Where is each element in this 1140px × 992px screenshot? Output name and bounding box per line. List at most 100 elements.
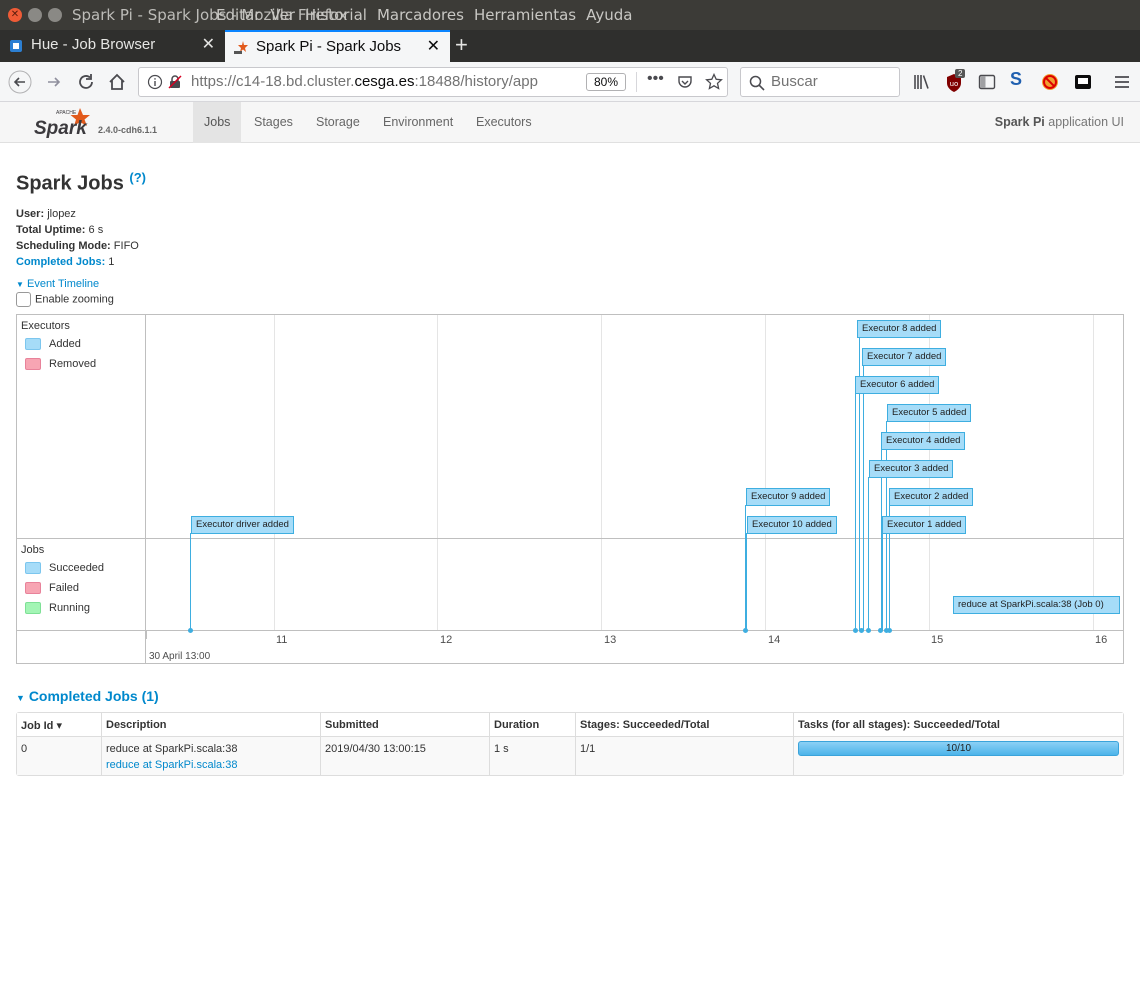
col-description[interactable]: Description [101, 713, 320, 736]
submitted-cell: 2019/04/30 13:00:15 [320, 737, 489, 775]
completed-jobs-toggle[interactable]: ▼ Completed Jobs (1) [16, 688, 159, 704]
menu-item-ayuda[interactable]: Ayuda [586, 6, 632, 24]
spark-logo[interactable]: Spark APACHE [32, 106, 96, 140]
description-cell: reduce at SparkPi.scala:38 reduce at Spa… [101, 737, 320, 775]
col-duration[interactable]: Duration [489, 713, 575, 736]
col-tasks[interactable]: Tasks (for all stages): Succeeded/Total [793, 713, 1123, 736]
new-tab-button[interactable]: + [455, 32, 468, 58]
nav-stages[interactable]: Stages [243, 102, 304, 143]
event-executor-2-added[interactable]: Executor 2 added [889, 488, 974, 506]
tab-hue-job-browser[interactable]: Hue - Job Browser ✕ [0, 30, 225, 62]
close-tab-icon[interactable]: ✕ [202, 30, 215, 60]
event-executor-3-added[interactable]: Executor 3 added [869, 460, 954, 478]
tick-label: 12 [440, 634, 453, 646]
page-title: Spark Jobs (?) [16, 170, 146, 195]
event-line [863, 365, 864, 631]
screenshot-extension-icon[interactable] [1073, 72, 1093, 92]
search-icon [749, 75, 765, 91]
nav-toolbar: https://c14-18.bd.cluster.cesga.es:18488… [0, 62, 1140, 102]
window-close-button[interactable]: ✕ [8, 8, 22, 22]
s-extension-icon[interactable]: S [1010, 69, 1022, 90]
completed-jobs-count: 1 [108, 256, 115, 268]
forward-button[interactable] [42, 70, 66, 94]
event-dot [188, 628, 193, 633]
user-value: jlopez [47, 208, 76, 220]
forward-arrow-icon [48, 77, 61, 87]
help-link[interactable]: (?) [129, 170, 146, 185]
nav-storage[interactable]: Storage [305, 102, 371, 143]
event-line [746, 533, 747, 631]
event-executor-1-added[interactable]: Executor 1 added [882, 516, 967, 534]
event-executor-7-added[interactable]: Executor 7 added [862, 348, 947, 366]
enable-zooming-option[interactable]: Enable zooming [16, 292, 114, 307]
event-dot [743, 628, 748, 633]
info-icon[interactable] [147, 74, 163, 90]
scheduling-label: Scheduling Mode: [16, 240, 111, 252]
menu-item-herramientas[interactable]: Herramientas [474, 6, 576, 24]
zoom-indicator[interactable]: 80% [586, 73, 626, 91]
pocket-icon[interactable] [677, 74, 693, 90]
table-row: 0 reduce at SparkPi.scala:38 reduce at S… [17, 737, 1123, 775]
hue-favicon-icon [10, 40, 22, 52]
window-titlebar: ✕ Spark Pi - Spark Jobs - Mozilla Firefo… [0, 0, 1140, 30]
nav-jobs[interactable]: Jobs [193, 102, 242, 143]
description-link[interactable]: reduce at SparkPi.scala:38 [106, 759, 316, 771]
nav-environment[interactable]: Environment [372, 102, 464, 143]
event-executor-8-added[interactable]: Executor 8 added [857, 320, 942, 338]
nav-executors[interactable]: Executors [465, 102, 543, 143]
col-submitted[interactable]: Submitted [320, 713, 489, 736]
legend-added: Added [25, 338, 81, 351]
app-ui-label: Spark Pi application UI [994, 115, 1124, 129]
enable-zooming-checkbox[interactable] [16, 292, 31, 307]
menu-item-ver[interactable]: Ver [270, 6, 295, 24]
col-stages[interactable]: Stages: Succeeded/Total [575, 713, 793, 736]
caret-down-icon: ▼ [16, 693, 25, 703]
reload-button[interactable] [74, 70, 98, 94]
blocker-extension-icon[interactable] [1040, 72, 1060, 92]
event-executor-driver-added[interactable]: Executor driver added [191, 516, 294, 534]
window-maximize-button[interactable] [48, 8, 62, 22]
completed-jobs-link[interactable]: Completed Jobs: [16, 256, 105, 268]
tick-label: 15 [931, 634, 944, 646]
event-executor-9-added[interactable]: Executor 9 added [746, 488, 831, 506]
grid-line [437, 315, 438, 631]
search-bar[interactable]: Buscar [740, 67, 900, 97]
ublock-button[interactable]: uo 2 [945, 69, 966, 93]
spark-version: 2.4.0-cdh6.1.1 [98, 125, 158, 135]
back-button[interactable] [8, 70, 32, 94]
url-bar[interactable]: https://c14-18.bd.cluster.cesga.es:18488… [138, 67, 728, 97]
window-minimize-button[interactable] [28, 8, 42, 22]
library-icon[interactable] [912, 72, 932, 92]
insecure-lock-icon[interactable] [167, 74, 183, 90]
menu-item-editar[interactable]: Editar [216, 6, 260, 24]
event-timeline[interactable]: Executors Added Removed Jobs Succeeded F… [16, 314, 1124, 664]
legend-running: Running [25, 602, 90, 615]
event-executor-4-added[interactable]: Executor 4 added [881, 432, 966, 450]
page-actions-icon[interactable]: ••• [647, 70, 664, 88]
event-executor-6-added[interactable]: Executor 6 added [855, 376, 940, 394]
sidebar-icon[interactable] [977, 72, 997, 92]
menu-item-historial[interactable]: Historial [305, 6, 367, 24]
tick-label: 16 [1095, 634, 1108, 646]
svg-text:Spark: Spark [34, 118, 88, 139]
event-job-0[interactable]: reduce at SparkPi.scala:38 (Job 0) [953, 596, 1120, 614]
event-executor-5-added[interactable]: Executor 5 added [887, 404, 972, 422]
event-dot [866, 628, 871, 633]
grid-line [1093, 315, 1094, 631]
completed-jobs-table: Job Id ▾ Description Submitted Duration … [16, 712, 1124, 776]
table-header: Job Id ▾ Description Submitted Duration … [17, 713, 1123, 737]
col-job-id[interactable]: Job Id ▾ [17, 713, 101, 736]
tab-spark-jobs[interactable]: Spark Pi - Spark Jobs ✕ [225, 30, 450, 62]
menu-item-marcadores[interactable]: Marcadores [377, 6, 464, 24]
hamburger-menu-icon[interactable] [1112, 72, 1132, 92]
user-label: User: [16, 208, 45, 220]
tab-strip: Hue - Job Browser ✕ Spark Pi - Spark Job… [0, 30, 1140, 62]
event-executor-10-added[interactable]: Executor 10 added [747, 516, 837, 534]
reload-icon [79, 74, 93, 89]
close-tab-icon[interactable]: ✕ [427, 32, 440, 62]
svg-text:uo: uo [950, 80, 959, 88]
event-timeline-toggle[interactable]: ▼ Event Timeline [16, 278, 99, 290]
bookmark-star-icon[interactable] [705, 73, 723, 91]
home-button[interactable] [105, 70, 129, 94]
axis-tick [146, 631, 147, 639]
